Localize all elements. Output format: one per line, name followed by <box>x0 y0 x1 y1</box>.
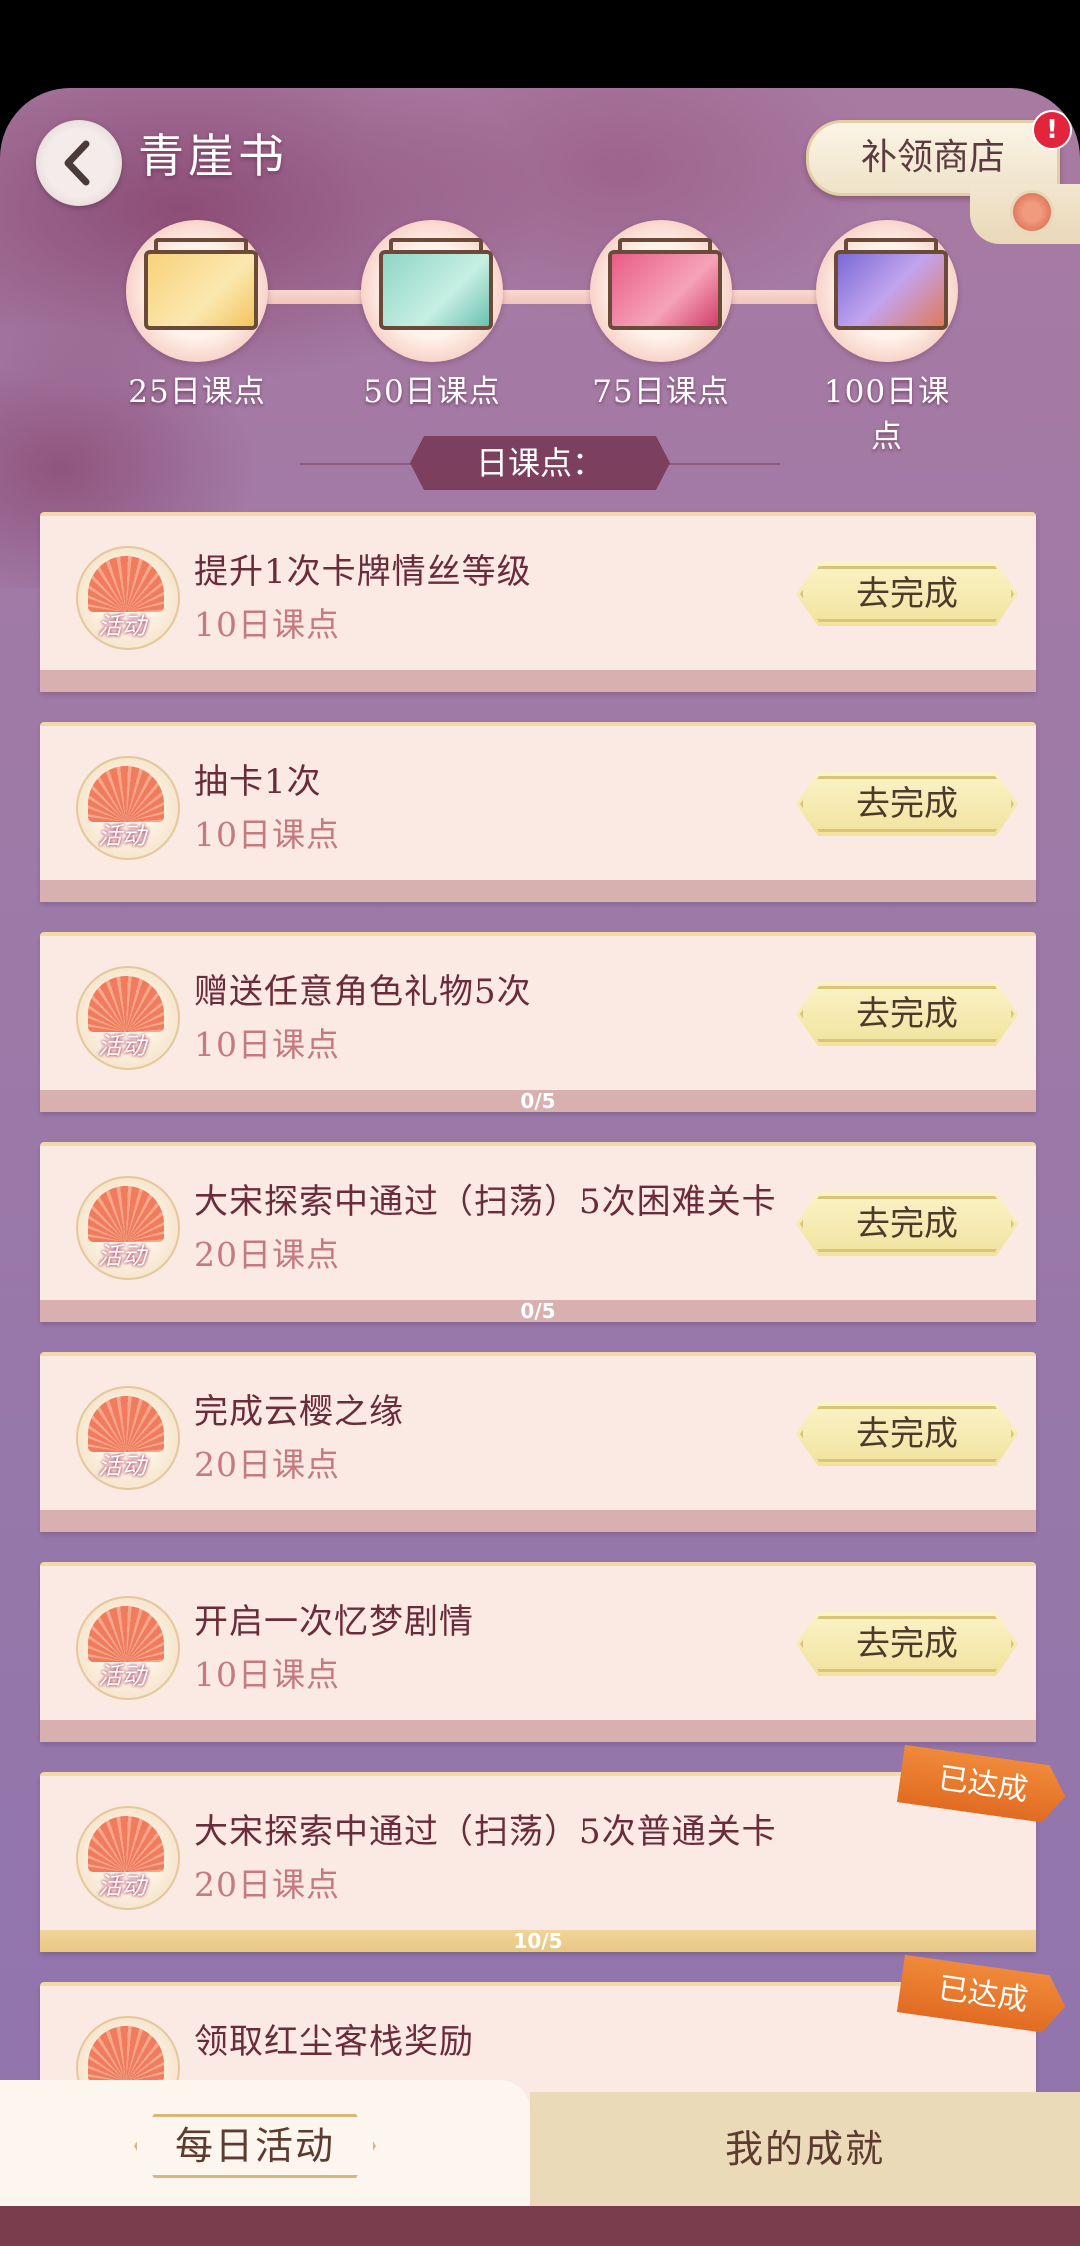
go-complete-button[interactable]: 去完成 <box>796 1402 1018 1466</box>
task-title: 领取红尘客栈奖励 <box>194 2022 474 2062</box>
task-progress-bar <box>40 1720 1036 1742</box>
task-title: 赠送任意角色礼物5次 <box>194 972 532 1012</box>
task-card: 活动 赠送任意角色礼物5次 10日课点 去完成 0/5 <box>40 932 1036 1112</box>
task-title: 完成云樱之缘 <box>194 1392 404 1432</box>
task-progress-text: 10/5 <box>513 1929 563 1953</box>
activity-tag: 活动 <box>98 1242 146 1270</box>
activity-fan-icon: 活动 <box>76 546 180 650</box>
task-progress-text: 0/5 <box>520 1299 556 1323</box>
tab-daily-label: 每日活动 <box>134 2114 376 2178</box>
task-title: 提升1次卡牌情丝等级 <box>194 552 532 592</box>
activity-fan-icon: 活动 <box>76 1596 180 1700</box>
activity-fan-icon: 活动 <box>76 1386 180 1490</box>
activity-tag: 活动 <box>98 822 146 850</box>
go-complete-button[interactable]: 去完成 <box>796 1192 1018 1256</box>
task-title: 开启一次忆梦剧情 <box>194 1602 474 1642</box>
activity-fan-icon: 活动 <box>76 966 180 1070</box>
activity-fan-icon: 活动 <box>76 1806 180 1910</box>
bottom-tab-bar: 每日活动 我的成就 <box>0 2080 1080 2206</box>
task-progress-bar <box>40 670 1036 692</box>
task-title: 大宋探索中通过（扫荡）5次普通关卡 <box>194 1812 777 1852</box>
milestone-label: 50日课点 <box>363 374 501 410</box>
task-points: 10日课点 <box>194 1025 340 1064</box>
milestone-label: 25日课点 <box>128 374 266 410</box>
task-points: 20日课点 <box>194 1865 340 1904</box>
go-complete-button[interactable]: 去完成 <box>796 772 1018 836</box>
milestone-reward-50[interactable]: 50日课点 <box>357 220 507 420</box>
milestone-reward-100[interactable]: 100日课点 <box>812 220 962 455</box>
task-progress-bar <box>40 1510 1036 1532</box>
task-points: 10日课点 <box>194 605 340 644</box>
gift-box-icon <box>590 220 732 362</box>
tab-my-achievements[interactable]: 我的成就 <box>530 2092 1080 2206</box>
activity-fan-icon: 活动 <box>76 756 180 860</box>
milestone-label: 75日课点 <box>592 374 730 410</box>
milestone-reward-25[interactable]: 25日课点 <box>122 220 272 420</box>
task-card: 活动 开启一次忆梦剧情 10日课点 去完成 <box>40 1562 1036 1742</box>
gift-box-icon <box>361 220 503 362</box>
activity-tag: 活动 <box>98 1872 146 1900</box>
page-title: 青崖书 <box>138 129 288 183</box>
gift-box-icon <box>126 220 268 362</box>
go-complete-button[interactable]: 去完成 <box>796 982 1018 1046</box>
task-card: 活动 完成云樱之缘 20日课点 去完成 <box>40 1352 1036 1532</box>
task-progress-bar <box>40 880 1036 902</box>
task-card: 活动 提升1次卡牌情丝等级 10日课点 去完成 <box>40 512 1036 692</box>
task-card-completed: 活动 大宋探索中通过（扫荡）5次普通关卡 20日课点 10/5 已达成 <box>40 1772 1036 1952</box>
fan-icon <box>1010 190 1054 234</box>
task-points: 10日课点 <box>194 815 340 854</box>
milestone-label: 100日课点 <box>823 374 951 455</box>
chevron-left-icon <box>64 140 90 186</box>
task-card: 活动 大宋探索中通过（扫荡）5次困难关卡 20日课点 去完成 0/5 <box>40 1142 1036 1322</box>
milestone-reward-75[interactable]: 75日课点 <box>586 220 736 420</box>
task-points: 10日课点 <box>194 1655 340 1694</box>
task-card: 活动 抽卡1次 10日课点 去完成 <box>40 722 1036 902</box>
completed-ribbon: 已达成 <box>897 1745 1069 1826</box>
gift-box-icon <box>816 220 958 362</box>
completed-ribbon: 已达成 <box>897 1955 1069 2036</box>
go-complete-button[interactable]: 去完成 <box>796 1612 1018 1676</box>
daily-points-counter: 日课点：110/100 <box>410 436 670 490</box>
shop-decoration <box>970 184 1080 244</box>
task-title: 抽卡1次 <box>194 762 322 802</box>
bottom-strip <box>0 2206 1080 2246</box>
go-complete-button[interactable]: 去完成 <box>796 562 1018 626</box>
activity-tag: 活动 <box>98 1662 146 1690</box>
tab-daily-activity[interactable]: 每日活动 <box>0 2080 530 2206</box>
activity-tag: 活动 <box>98 612 146 640</box>
task-progress-text: 0/5 <box>520 1089 556 1113</box>
milestone-track <box>200 290 840 304</box>
activity-screen: 青崖书 补领商店 ! 25日课点 50日课点 75日课点 100日课点 日课点：… <box>0 88 1080 2246</box>
task-points: 20日课点 <box>194 1235 340 1274</box>
activity-tag: 活动 <box>98 1032 146 1060</box>
back-button[interactable] <box>36 120 122 206</box>
activity-fan-icon: 活动 <box>76 1176 180 1280</box>
task-title: 大宋探索中通过（扫荡）5次困难关卡 <box>194 1182 777 1222</box>
activity-tag: 活动 <box>98 1452 146 1480</box>
alert-badge: ! <box>1032 110 1072 150</box>
task-points: 20日课点 <box>194 1445 340 1484</box>
